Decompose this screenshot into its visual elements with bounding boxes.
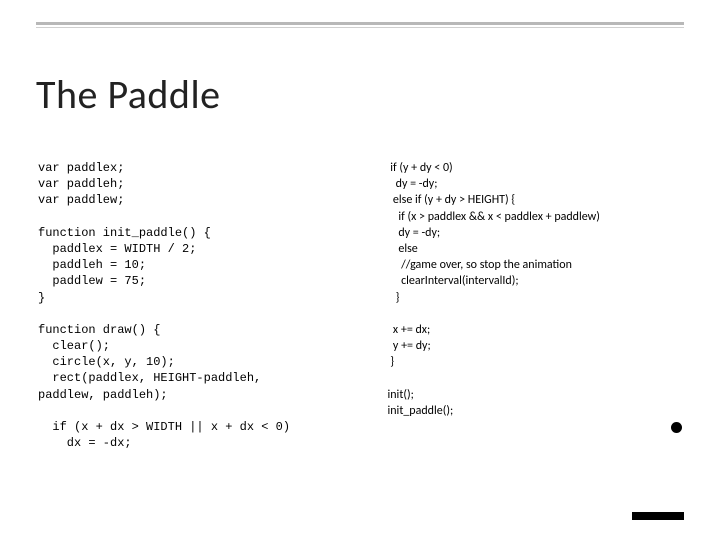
divider-thin xyxy=(36,27,684,28)
paddle-icon xyxy=(632,512,684,520)
code-column-left: var paddlex; var paddleh; var paddlew; f… xyxy=(38,160,364,451)
slide: The Paddle var paddlex; var paddleh; var… xyxy=(0,0,720,540)
game-illustration xyxy=(560,400,690,520)
header-divider xyxy=(36,22,684,28)
divider-thick xyxy=(36,22,684,25)
slide-title: The Paddle xyxy=(36,70,221,119)
ball-icon xyxy=(671,422,682,433)
